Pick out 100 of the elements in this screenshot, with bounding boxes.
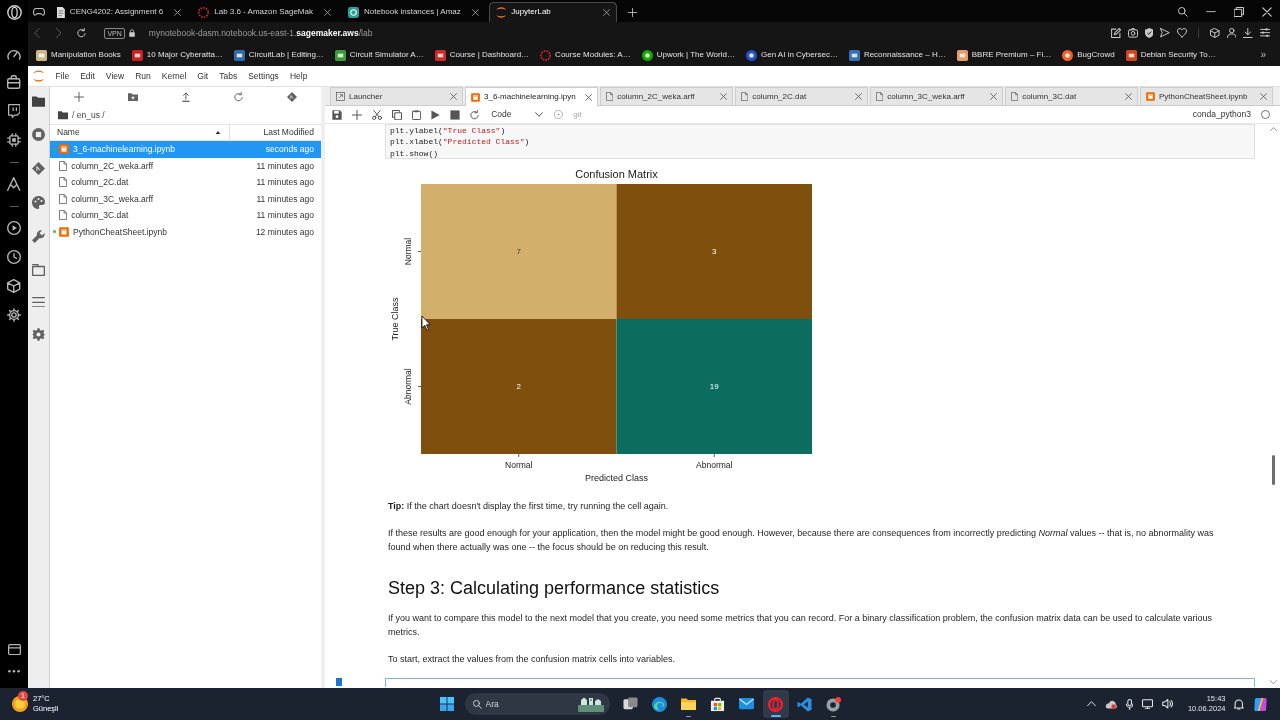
menu-item[interactable]: Edit xyxy=(74,70,101,82)
menu-item[interactable]: File xyxy=(50,70,75,82)
gear-icon[interactable] xyxy=(32,328,45,342)
search-field[interactable]: Ara xyxy=(464,693,610,715)
kernel-name[interactable]: conda_python3 xyxy=(1192,109,1251,120)
bookmark-link[interactable]: Upwork | The World… xyxy=(641,49,735,61)
file-row[interactable]: column_3C_weka.arff 11 minutes ago xyxy=(50,190,321,207)
chat-bubble-icon[interactable] xyxy=(7,104,21,118)
shield-icon[interactable] xyxy=(1144,28,1154,38)
column-header[interactable]: Name xyxy=(57,127,215,138)
close-icon[interactable] xyxy=(174,8,182,16)
minimize-icon[interactable] xyxy=(1206,11,1216,13)
assistant-logo-icon[interactable] xyxy=(1253,696,1268,712)
run-icon[interactable] xyxy=(431,109,441,120)
start-icon[interactable] xyxy=(439,697,454,711)
menu-item[interactable]: Help xyxy=(284,70,313,82)
code-cell-input[interactable] xyxy=(385,678,1255,687)
menu-item[interactable]: Git xyxy=(191,70,214,82)
tabs-icon[interactable] xyxy=(32,263,45,276)
peak-icon[interactable] xyxy=(7,177,21,191)
notebook-tab[interactable]: 3_6-machinelearning.ipyn xyxy=(465,87,598,106)
file-row[interactable]: PythonCheatSheet.ipynb 12 minutes ago xyxy=(50,223,321,240)
stop-icon[interactable] xyxy=(450,109,461,120)
save-icon[interactable] xyxy=(332,109,342,120)
browser-tab[interactable]: JupyterLab xyxy=(488,2,617,22)
column-header[interactable]: Last Modified xyxy=(263,127,314,138)
gamepad-icon[interactable] xyxy=(33,8,45,16)
notebook-tab[interactable]: column_3C.dat xyxy=(1005,87,1138,105)
restore-icon[interactable] xyxy=(1234,7,1244,17)
git-icon[interactable] xyxy=(286,92,297,102)
menu-item[interactable]: Kernel xyxy=(156,70,192,82)
scroll-up-icon[interactable] xyxy=(1270,127,1277,132)
menu-item[interactable]: View xyxy=(100,70,130,82)
mic-icon[interactable] xyxy=(1125,698,1133,710)
menu-item[interactable]: Tabs xyxy=(213,70,243,82)
chevron-up-icon[interactable] xyxy=(1086,701,1096,707)
plus-icon[interactable] xyxy=(74,92,84,102)
bookmark-link[interactable]: Gen AI in Cybersec… xyxy=(745,49,838,61)
camera-icon[interactable] xyxy=(1127,28,1138,38)
network-icon[interactable] xyxy=(1141,698,1153,710)
close-icon[interactable] xyxy=(602,8,610,16)
taskbar-app-button[interactable] xyxy=(762,690,789,718)
list-icon[interactable] xyxy=(32,296,45,308)
bookmark-link[interactable]: CircuitLab | Editing… xyxy=(233,49,324,61)
notebook-tab[interactable]: column_2C_weka.arff xyxy=(600,87,733,105)
upload-icon[interactable] xyxy=(182,92,190,102)
bookmark-link[interactable]: Course Modules: A… xyxy=(540,49,631,61)
plus-icon[interactable] xyxy=(352,109,362,120)
bookmark-link[interactable]: 10 Major Cyberatta… xyxy=(131,49,223,61)
menu-item[interactable]: Run xyxy=(129,70,157,82)
forward-icon[interactable] xyxy=(55,28,62,38)
browser-tab[interactable]: CENG4202: Assignment 6 xyxy=(50,2,189,22)
reload-icon[interactable] xyxy=(77,28,87,38)
gauge-icon[interactable] xyxy=(7,49,21,60)
address-field[interactable]: mynotebook-dasm.notebook.us-east-1.sagemaker.aws/lab xyxy=(148,27,373,39)
copy-icon[interactable] xyxy=(392,109,402,120)
notebook-tab[interactable]: Launcher xyxy=(330,87,463,105)
cut-icon[interactable] xyxy=(372,109,382,120)
new-folder-icon[interactable] xyxy=(128,92,139,102)
bookmark-link[interactable]: Reconnaissance – H… xyxy=(848,49,946,61)
menu-item[interactable]: Settings xyxy=(242,70,285,82)
git-icon[interactable] xyxy=(32,161,45,175)
browser-tab[interactable]: Notebook instances | Amaz xyxy=(341,2,486,22)
bookmark-link[interactable]: Debian Security To… xyxy=(1125,49,1216,61)
file-row[interactable]: column_2C_weka.arff 11 minutes ago xyxy=(50,157,321,174)
more-bookmarks-button[interactable]: » xyxy=(1260,49,1266,61)
code-cell[interactable]: plt.ylabel("True Class") plt.xlabel("Predicted Class") plt.show() xyxy=(385,124,1255,159)
profile-icon[interactable] xyxy=(1226,28,1237,38)
notebook-tab[interactable]: column_3C_weka.arff xyxy=(870,87,1003,105)
bookmark-link[interactable]: BBRE Premium – Fi… xyxy=(956,49,1052,61)
search-icon[interactable] xyxy=(1178,7,1188,17)
restart-icon[interactable] xyxy=(470,109,480,120)
sliders-icon[interactable] xyxy=(1260,28,1270,38)
stop-circle-icon[interactable] xyxy=(32,127,45,141)
notebook-tab[interactable]: PythonCheatSheet.ipynb xyxy=(1140,87,1273,105)
palette-icon[interactable] xyxy=(32,195,45,209)
breadcrumb-path[interactable]: / en_us / xyxy=(72,110,105,121)
notebook-tab[interactable]: column_2C.dat xyxy=(735,87,868,105)
clock-icon[interactable] xyxy=(7,250,21,264)
cube-icon[interactable] xyxy=(7,279,21,293)
paste-icon[interactable] xyxy=(412,109,422,120)
speaker-icon[interactable] xyxy=(1161,699,1173,709)
chip-icon[interactable] xyxy=(7,133,21,147)
heart-icon[interactable] xyxy=(1177,28,1188,38)
close-icon[interactable] xyxy=(324,8,331,16)
close-icon[interactable] xyxy=(471,8,479,16)
window-icon[interactable] xyxy=(7,644,21,656)
cloud-icon[interactable] xyxy=(1104,698,1117,710)
cube-icon[interactable] xyxy=(1210,28,1220,38)
bag-icon[interactable] xyxy=(7,75,21,89)
file-row[interactable]: column_3C.dat 11 minutes ago xyxy=(50,207,321,224)
bookmark-link[interactable]: Manipulation Books xyxy=(36,49,121,61)
scrollbar-thumb[interactable] xyxy=(1272,454,1275,485)
notification-icon[interactable] xyxy=(1234,698,1244,710)
bookmark-link[interactable]: Circuit Simulator A… xyxy=(334,49,424,61)
new-tab-icon[interactable] xyxy=(627,7,637,17)
bookmark-link[interactable]: BugCrowd xyxy=(1062,49,1115,61)
ring-logo-icon[interactable] xyxy=(6,5,22,20)
folder-icon[interactable] xyxy=(32,96,45,107)
folder-icon[interactable] xyxy=(58,111,68,120)
